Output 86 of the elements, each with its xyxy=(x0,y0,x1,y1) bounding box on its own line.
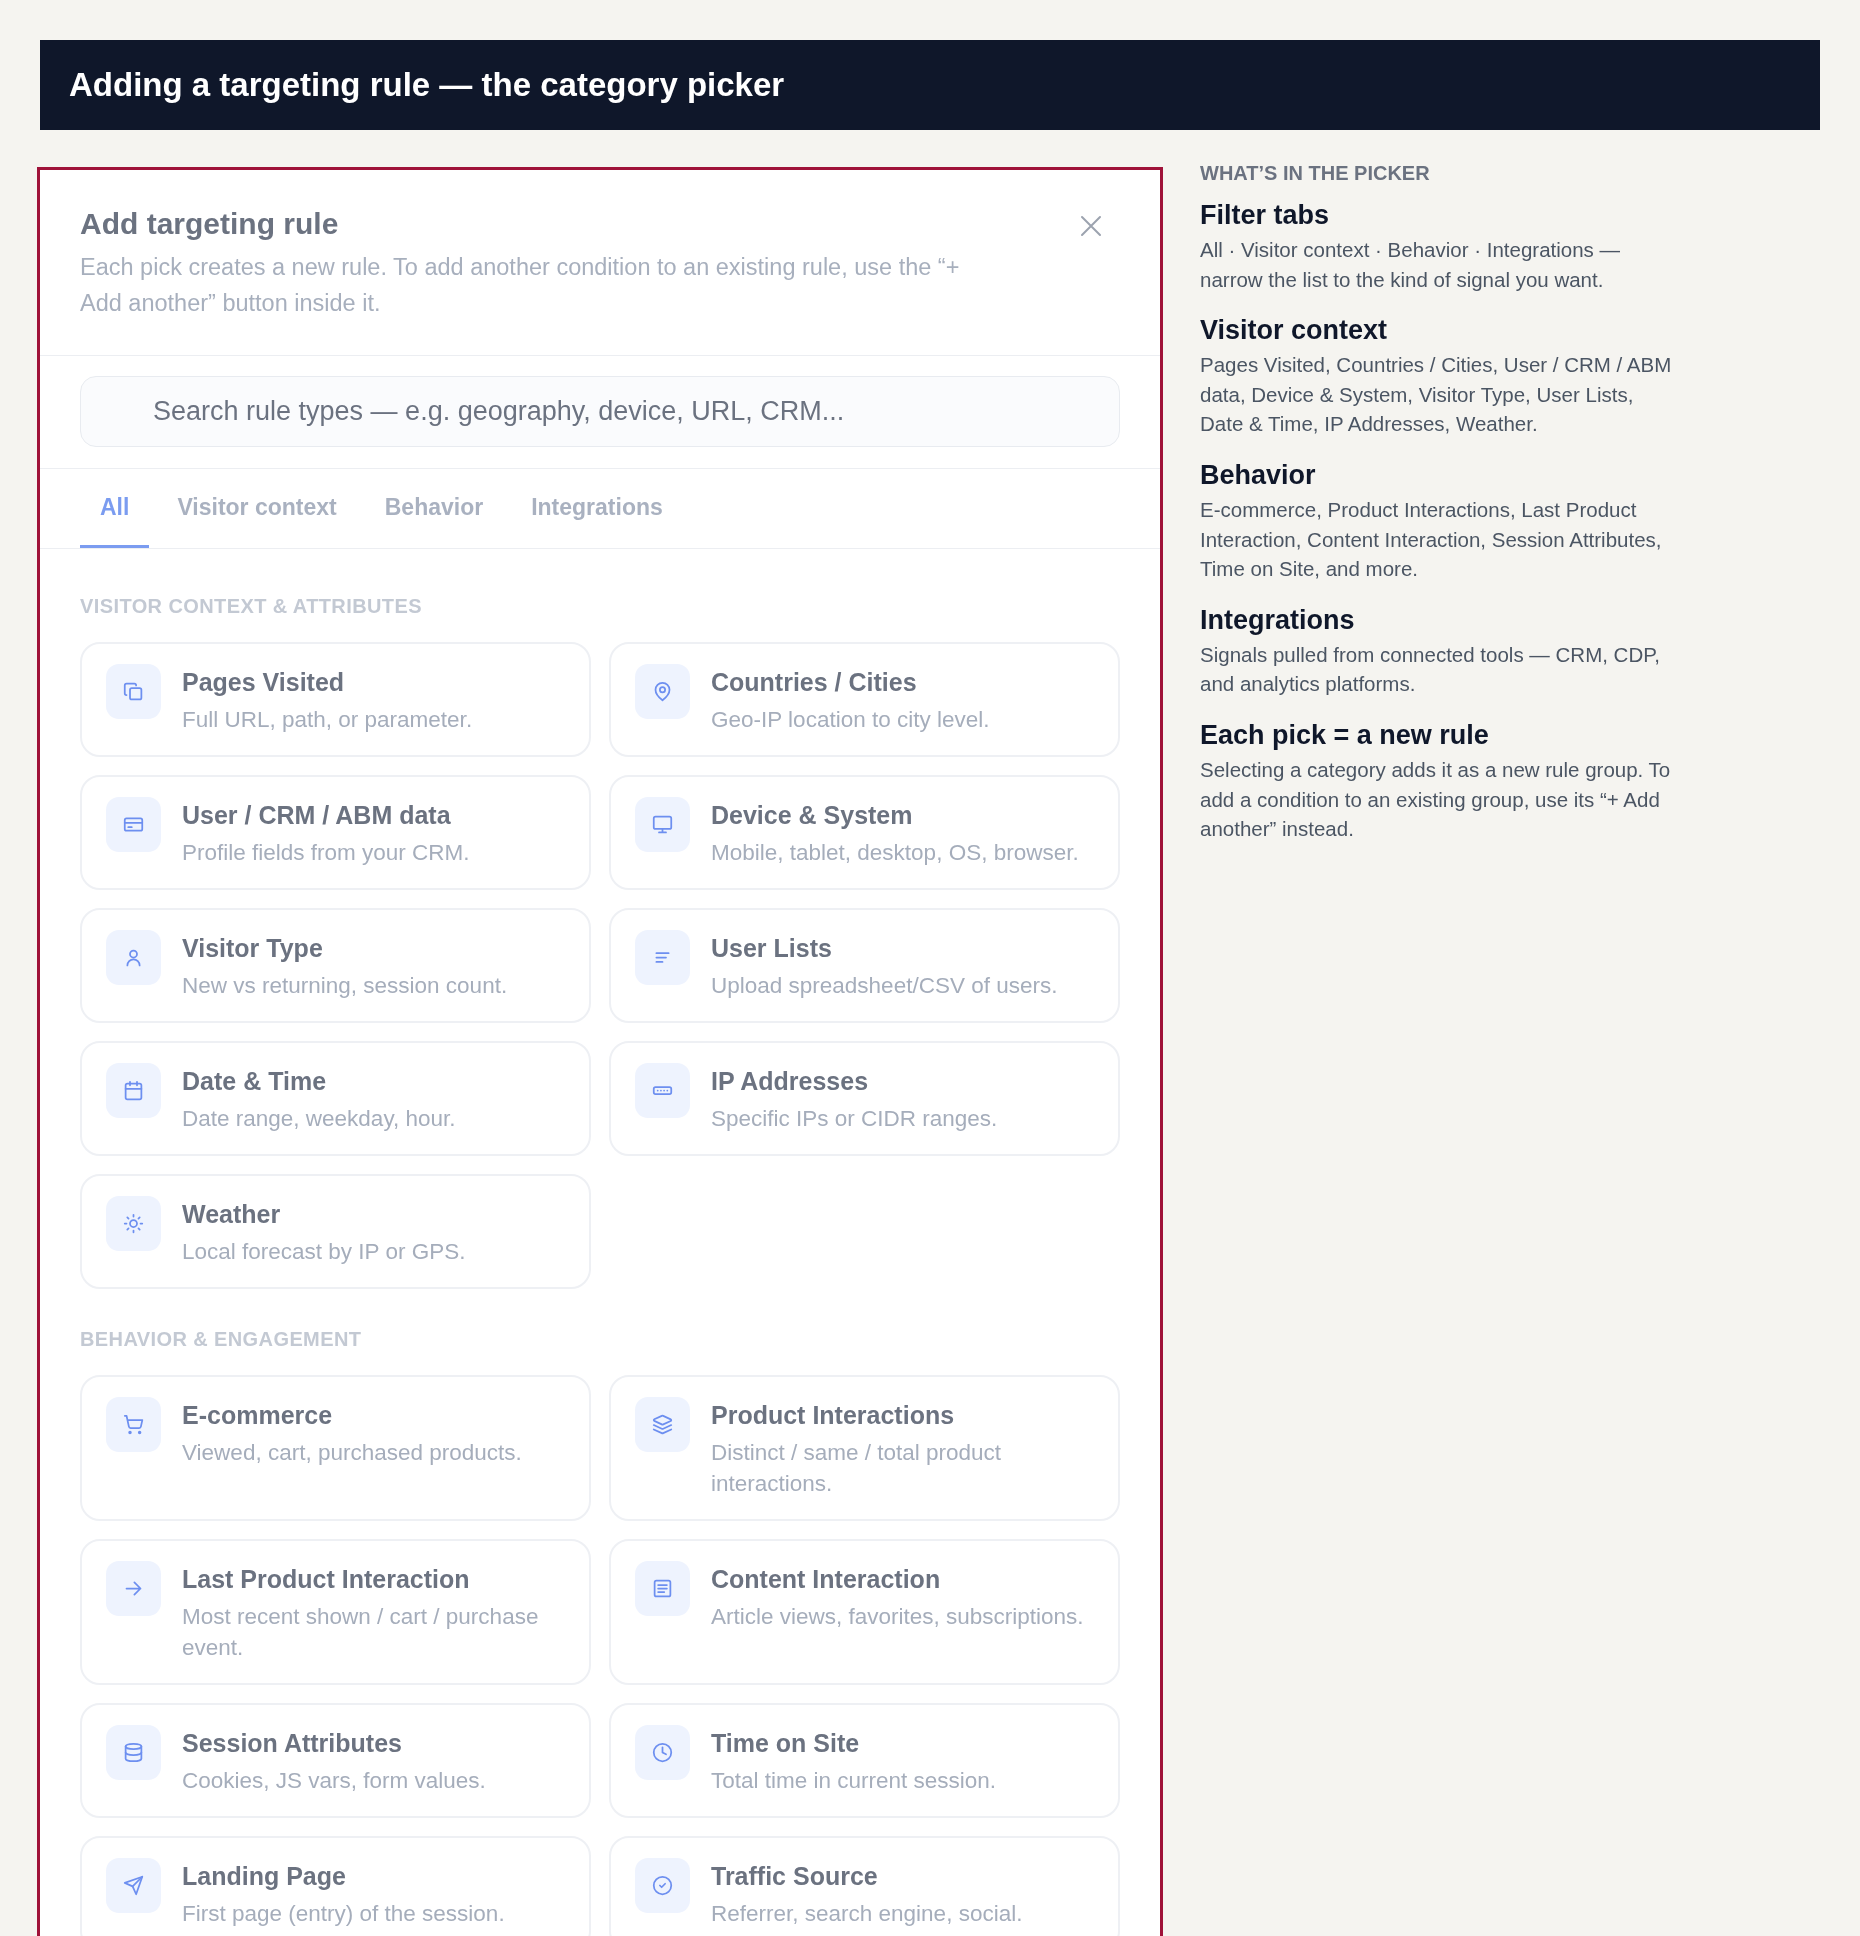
card-description: Local forecast by IP or GPS. xyxy=(182,1238,466,1266)
card-description: Full URL, path, or parameter. xyxy=(182,706,473,734)
category-card[interactable]: Traffic Source Referrer, search engine, social. xyxy=(609,1836,1120,1936)
sun-icon xyxy=(106,1196,161,1251)
category-card[interactable]: Countries / Cities Geo-IP location to city level. xyxy=(609,642,1120,757)
category-card[interactable]: Landing Page First page (entry) of the session. xyxy=(80,1836,591,1936)
calendar-icon xyxy=(106,1063,161,1118)
card-title: Session Attributes xyxy=(182,1728,403,1759)
search-field[interactable]: Search rule types — e.g. geography, device, URL, CRM... xyxy=(80,376,1120,447)
clock-icon xyxy=(635,1725,690,1780)
layers-icon xyxy=(635,1397,690,1452)
category-card[interactable]: Weather Local forecast by IP or GPS. xyxy=(80,1174,591,1289)
card-title: Visitor Type xyxy=(182,933,324,964)
document-icon xyxy=(635,1561,690,1616)
stacked-pages-icon xyxy=(106,664,161,719)
category-card[interactable]: Product Interactions Distinct / same / total product interactions. xyxy=(609,1375,1120,1521)
card-description: Most recent shown / cart / purchase event. xyxy=(182,1603,540,1662)
card-description: Viewed, cart, purchased products. xyxy=(182,1439,522,1467)
monitor-icon xyxy=(635,797,690,852)
card-description: Geo-IP location to city level. xyxy=(711,706,990,734)
category-card[interactable]: Time on Site Total time in current session. xyxy=(609,1703,1120,1818)
note-text: Signals pulled from connected tools — CRM, CDP, and analytics platforms. xyxy=(1200,641,1661,698)
category-card[interactable]: Pages Visited Full URL, path, or parameter. xyxy=(80,642,591,757)
note-heading: Integrations xyxy=(1200,603,1356,636)
card-title: Landing Page xyxy=(182,1861,347,1892)
note-heading: Visitor context xyxy=(1200,314,1389,347)
card-icon xyxy=(106,797,161,852)
location-pin-icon xyxy=(635,664,690,719)
category-card[interactable]: Date & Time Date range, weekday, hour. xyxy=(80,1041,591,1156)
category-card[interactable]: E-commerce Viewed, cart, purchased products. xyxy=(80,1375,591,1521)
category-card[interactable]: Content Interaction Article views, favorites, subscriptions. xyxy=(609,1539,1120,1685)
card-description: Date range, weekday, hour. xyxy=(182,1105,456,1133)
arrow-right-icon xyxy=(106,1561,161,1616)
card-description: Profile fields from your CRM. xyxy=(182,839,470,867)
card-title: Time on Site xyxy=(711,1728,861,1759)
card-title: Device & System xyxy=(711,800,914,831)
category-card[interactable]: User / CRM / ABM data Profile fields from your CRM. xyxy=(80,775,591,890)
database-icon xyxy=(106,1725,161,1780)
section-label: VISITOR CONTEXT & ATTRIBUTES xyxy=(80,594,423,618)
card-title: Pages Visited xyxy=(182,667,346,698)
modal-title: Add targeting rule xyxy=(80,206,340,242)
card-title: Content Interaction xyxy=(711,1564,942,1595)
paper-plane-icon xyxy=(106,1858,161,1913)
card-title: Traffic Source xyxy=(711,1861,879,1892)
card-description: Upload spreadsheet/CSV of users. xyxy=(711,972,1058,1000)
card-description: Distinct / same / total product interactions. xyxy=(711,1439,1003,1498)
filter-tab[interactable]: All xyxy=(80,469,150,548)
cart-icon xyxy=(106,1397,161,1452)
note-heading: Filter tabs xyxy=(1200,199,1331,231)
card-title: Weather xyxy=(182,1199,282,1230)
card-title: Last Product Interaction xyxy=(182,1564,471,1595)
section-label: BEHAVIOR & ENGAGEMENT xyxy=(80,1327,363,1351)
card-description: First page (entry) of the session. xyxy=(182,1900,505,1928)
card-description: Specific IPs or CIDR ranges. xyxy=(711,1105,998,1133)
card-description: New vs returning, session count. xyxy=(182,972,508,1000)
notes-eyebrow: WHAT’S IN THE PICKER xyxy=(1200,161,1431,185)
card-title: Countries / Cities xyxy=(711,667,918,698)
lines-icon xyxy=(635,930,690,985)
card-title: IP Addresses xyxy=(711,1066,870,1097)
category-card[interactable]: Last Product Interaction Most recent shown / cart / purchase event. xyxy=(80,1539,591,1685)
person-icon xyxy=(106,930,161,985)
modal-description: Each pick creates a new rule. To add another condition to an existing rule, use the “+ Add another” button inside it. xyxy=(80,253,961,318)
card-title: E-commerce xyxy=(182,1400,334,1431)
category-card[interactable]: Session Attributes Cookies, JS vars, form values. xyxy=(80,1703,591,1818)
note-text: Selecting a category adds it as a new rule group. To add a condition to an existing group, use its “+ Add another” instead. xyxy=(1200,756,1672,843)
page-title: Adding a targeting rule — the category picker xyxy=(69,66,785,104)
category-card[interactable]: Visitor Type New vs returning, session count. xyxy=(80,908,591,1023)
note-text: E-commerce, Product Interactions, Last Product Interaction, Content Interaction, Session Attributes, Time on Site, and more. xyxy=(1200,496,1663,583)
card-description: Total time in current session. xyxy=(711,1767,997,1795)
note-text: All · Visitor context · Behavior · Integrations — narrow the list to the kind of signal you want. xyxy=(1200,237,1622,293)
category-card[interactable]: Device & System Mobile, tablet, desktop, OS, browser. xyxy=(609,775,1120,890)
card-title: User / CRM / ABM data xyxy=(182,800,452,831)
card-title: Date & Time xyxy=(182,1066,328,1097)
note-text: Pages Visited, Countries / Cities, User / CRM / ABM data, Device & System, Visitor Type, User Lists, Date & Time, IP Addresses, Weather. xyxy=(1200,352,1673,438)
card-description: Article views, favorites, subscriptions. xyxy=(711,1603,1084,1631)
card-description: Cookies, JS vars, form values. xyxy=(182,1767,486,1795)
card-title: User Lists xyxy=(711,933,833,964)
note-heading: Behavior xyxy=(1200,458,1317,491)
card-description: Referrer, search engine, social. xyxy=(711,1900,1023,1928)
close-icon[interactable] xyxy=(1080,215,1102,237)
card-title: Product Interactions xyxy=(711,1400,956,1431)
note-heading: Each pick = a new rule xyxy=(1200,718,1490,751)
dotted-bar-icon xyxy=(635,1063,690,1118)
card-description: Mobile, tablet, desktop, OS, browser. xyxy=(711,839,1079,867)
category-card[interactable]: IP Addresses Specific IPs or CIDR ranges. xyxy=(609,1041,1120,1156)
category-card[interactable]: User Lists Upload spreadsheet/CSV of users. xyxy=(609,908,1120,1023)
